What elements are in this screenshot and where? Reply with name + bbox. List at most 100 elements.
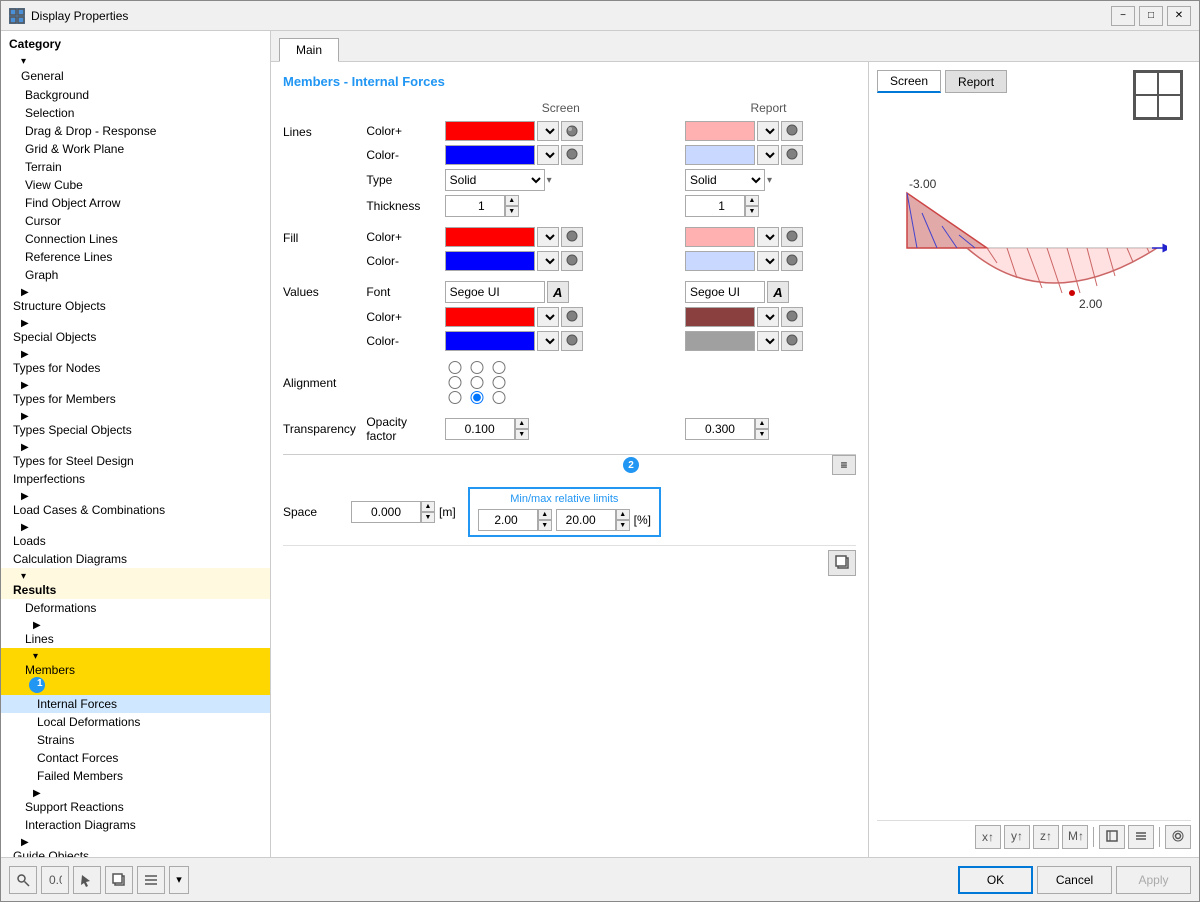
tree-item-view-cube[interactable]: View Cube xyxy=(1,176,270,194)
report-thickness-down[interactable]: ▼ xyxy=(745,206,759,217)
tree-item-selection[interactable]: Selection xyxy=(1,104,270,122)
tree-item-find-object[interactable]: Find Object Arrow xyxy=(1,194,270,212)
report-fill-color-plus-swatch[interactable] xyxy=(685,227,755,247)
report-color-minus-ball-btn[interactable] xyxy=(781,145,803,165)
ok-button[interactable]: OK xyxy=(958,866,1033,894)
settings-btn[interactable] xyxy=(1165,825,1191,849)
screen-values-plus-dropdown[interactable]: ▾ xyxy=(537,307,559,327)
align-tc[interactable] xyxy=(467,361,487,374)
report-font-input[interactable] xyxy=(685,281,765,303)
screen-type-select[interactable]: Solid xyxy=(445,169,545,191)
screen-fill-plus-dropdown[interactable]: ▾ xyxy=(537,227,559,247)
list-toolbar-btn[interactable] xyxy=(137,866,165,894)
screen-values-minus-dropdown[interactable]: ▾ xyxy=(537,331,559,351)
report-color-minus-dropdown[interactable]: ▾ xyxy=(757,145,779,165)
screen-font-input[interactable] xyxy=(445,281,545,303)
tree-item-local-deformations[interactable]: Local Deformations xyxy=(1,713,270,731)
tree-item-general[interactable]: ▾ General xyxy=(1,53,270,86)
minimize-button[interactable]: − xyxy=(1111,6,1135,26)
report-values-plus-ball-btn[interactable] xyxy=(781,307,803,327)
preview-tab-report[interactable]: Report xyxy=(945,70,1007,93)
report-opacity-down[interactable]: ▼ xyxy=(755,429,769,440)
tree-item-deformations[interactable]: Deformations xyxy=(1,599,270,617)
tree-item-lines[interactable]: ▶ Lines xyxy=(1,617,270,648)
tree-item-terrain[interactable]: Terrain xyxy=(1,158,270,176)
report-fill-minus-dropdown[interactable]: ▾ xyxy=(757,251,779,271)
space-down[interactable]: ▼ xyxy=(421,512,435,523)
dropdown-toolbar-btn[interactable]: ▾ xyxy=(169,866,189,894)
tab-main[interactable]: Main xyxy=(279,38,339,62)
axis-z-btn[interactable]: z↑ xyxy=(1033,825,1059,849)
tree-item-drag-drop[interactable]: Drag & Drop - Response xyxy=(1,122,270,140)
space-input[interactable] xyxy=(351,501,421,523)
max-limit-up[interactable]: ▲ xyxy=(616,509,630,520)
screen-fill-minus-dropdown[interactable]: ▾ xyxy=(537,251,559,271)
cancel-button[interactable]: Cancel xyxy=(1037,866,1112,894)
screen-fill-color-minus-swatch[interactable] xyxy=(445,251,535,271)
tree-item-results[interactable]: ▾ Results xyxy=(1,568,270,599)
tree-item-background[interactable]: Background xyxy=(1,86,270,104)
tree-item-guide-objects[interactable]: ▶ Guide Objects xyxy=(1,834,270,857)
screen-opacity-up[interactable]: ▲ xyxy=(515,418,529,429)
report-color-plus-ball-btn[interactable] xyxy=(781,121,803,141)
tree-item-cursor[interactable]: Cursor xyxy=(1,212,270,230)
tree-item-reference-lines[interactable]: Reference Lines xyxy=(1,248,270,266)
screen-values-plus-ball-btn[interactable] xyxy=(561,307,583,327)
max-limit-input[interactable] xyxy=(556,509,616,531)
min-limit-input[interactable] xyxy=(478,509,538,531)
report-opacity-input[interactable] xyxy=(685,418,755,440)
tree-item-strains[interactable]: Strains xyxy=(1,731,270,749)
screen-color-minus-ball-btn[interactable] xyxy=(561,145,583,165)
screen-color-minus-dropdown[interactable]: ▾ xyxy=(537,145,559,165)
tree-item-calc-diagrams[interactable]: Calculation Diagrams xyxy=(1,550,270,568)
align-tl[interactable] xyxy=(445,361,465,374)
tree-item-internal-forces[interactable]: Internal Forces xyxy=(1,695,270,713)
maximize-button[interactable]: □ xyxy=(1139,6,1163,26)
report-fill-minus-ball-btn[interactable] xyxy=(781,251,803,271)
report-color-minus-swatch[interactable] xyxy=(685,145,755,165)
align-mc[interactable] xyxy=(467,376,487,389)
screen-values-minus-swatch[interactable] xyxy=(445,331,535,351)
report-thickness-input[interactable] xyxy=(685,195,745,217)
report-values-minus-dropdown[interactable]: ▾ xyxy=(757,331,779,351)
align-br[interactable] xyxy=(489,391,509,404)
report-thickness-up[interactable]: ▲ xyxy=(745,195,759,206)
screen-values-minus-ball-btn[interactable] xyxy=(561,331,583,351)
report-color-plus-dropdown[interactable]: ▾ xyxy=(757,121,779,141)
tree-item-connection-lines[interactable]: Connection Lines xyxy=(1,230,270,248)
max-limit-down[interactable]: ▼ xyxy=(616,520,630,531)
axis-y-btn[interactable]: y↑ xyxy=(1004,825,1030,849)
min-limit-down[interactable]: ▼ xyxy=(538,520,552,531)
tree-item-loads[interactable]: ▶ Loads xyxy=(1,519,270,550)
tree-item-structure-objects[interactable]: ▶ Structure Objects xyxy=(1,284,270,315)
report-type-select[interactable]: Solid xyxy=(685,169,765,191)
align-ml[interactable] xyxy=(445,376,465,389)
tree-item-load-cases[interactable]: ▶ Load Cases & Combinations xyxy=(1,488,270,519)
screen-fill-color-plus-swatch[interactable] xyxy=(445,227,535,247)
cursor-toolbar-btn[interactable] xyxy=(73,866,101,894)
tree-item-support-reactions[interactable]: ▶ Support Reactions xyxy=(1,785,270,816)
screen-thickness-down[interactable]: ▼ xyxy=(505,206,519,217)
screen-color-plus-dropdown[interactable]: ▾ xyxy=(537,121,559,141)
tree-item-types-members[interactable]: ▶ Types for Members xyxy=(1,377,270,408)
align-bc[interactable] xyxy=(467,391,487,404)
tree-item-types-special[interactable]: ▶ Types Special Objects xyxy=(1,408,270,439)
apply-button[interactable]: Apply xyxy=(1116,866,1191,894)
align-mr[interactable] xyxy=(489,376,509,389)
tree-item-graph[interactable]: Graph xyxy=(1,266,270,284)
screen-fill-plus-ball-btn[interactable] xyxy=(561,227,583,247)
tree-item-imperfections[interactable]: Imperfections xyxy=(1,470,270,488)
screen-opacity-input[interactable] xyxy=(445,418,515,440)
align-tr[interactable] xyxy=(489,361,509,374)
copy-panel-btn[interactable] xyxy=(828,550,856,576)
copy-toolbar-btn[interactable] xyxy=(105,866,133,894)
report-values-plus-dropdown[interactable]: ▾ xyxy=(757,307,779,327)
tree-item-special-objects[interactable]: ▶ Special Objects xyxy=(1,315,270,346)
screen-fill-minus-ball-btn[interactable] xyxy=(561,251,583,271)
axis-bend-btn[interactable]: M↑ xyxy=(1062,825,1088,849)
report-values-minus-swatch[interactable] xyxy=(685,331,755,351)
close-button[interactable]: ✕ xyxy=(1167,6,1191,26)
screen-color-plus-ball-btn[interactable] xyxy=(561,121,583,141)
tree-item-interaction-diagrams[interactable]: Interaction Diagrams xyxy=(1,816,270,834)
min-limit-up[interactable]: ▲ xyxy=(538,509,552,520)
